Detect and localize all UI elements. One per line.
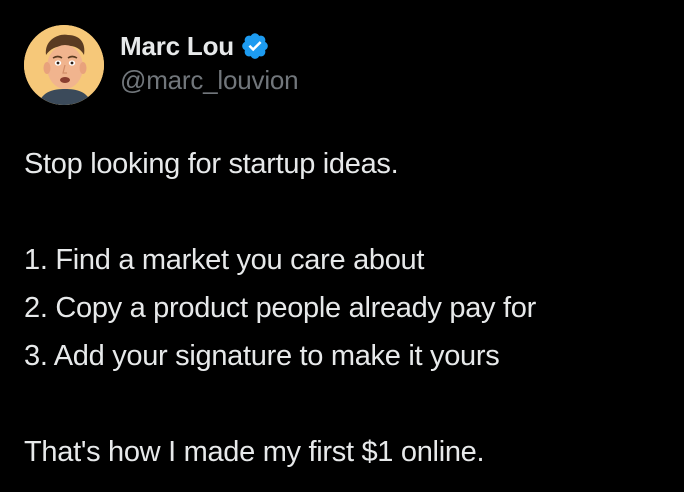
verified-badge-icon [240, 31, 270, 61]
tweet-text: Stop looking for startup ideas. 1. Find … [24, 140, 664, 476]
tweet-line: That's how I made my first $1 online. [24, 436, 485, 468]
handle[interactable]: @marc_louvion [120, 65, 299, 96]
display-name[interactable]: Marc Lou [120, 31, 234, 62]
tweet-line: 1. Find a market you care about [24, 244, 425, 276]
tweet-line: 2. Copy a product people already pay for [24, 292, 536, 324]
name-row: Marc Lou [120, 28, 298, 64]
author-block: Marc Lou @marc_louvion [120, 28, 299, 96]
tweet-card: Marc Lou @marc_louvion Stop looking for … [0, 0, 684, 492]
avatar-face-icon [24, 25, 104, 105]
tweet-line: Stop looking for startup ideas. [24, 148, 399, 180]
tweet-line: 3. Add your signature to make it yours [24, 340, 500, 372]
avatar[interactable] [24, 25, 104, 105]
